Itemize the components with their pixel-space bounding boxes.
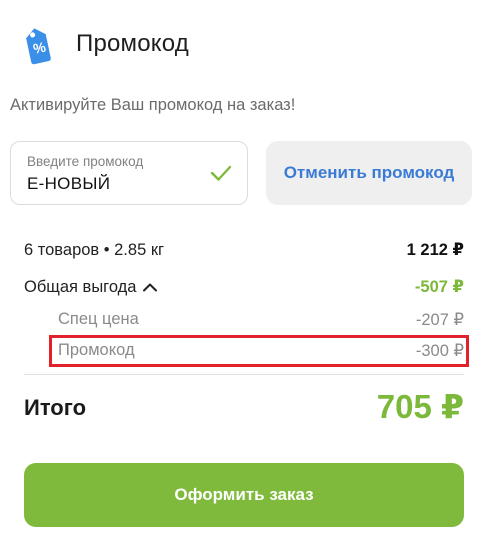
promo-header: % Промокод — [18, 22, 189, 66]
items-summary-row: 6 товаров • 2.85 кг 1 212 ₽ — [24, 240, 464, 260]
summary-divider — [24, 374, 464, 375]
place-order-button[interactable]: Оформить заказ — [24, 463, 464, 527]
promo-code-value: Е-НОВЫЙ — [27, 174, 111, 193]
discount-tag-icon: % — [26, 28, 51, 65]
promo-code-input[interactable]: Введите промокод Е-НОВЫЙ — [10, 141, 248, 205]
special-price-amount: -207 ₽ — [415, 311, 464, 329]
savings-toggle[interactable]: Общая выгода — [24, 278, 158, 297]
special-price-row: Спец цена -207 ₽ — [58, 310, 464, 330]
special-price-label: Спец цена — [58, 310, 139, 328]
page-title: Промокод — [76, 30, 189, 57]
chevron-up-icon[interactable] — [142, 282, 158, 292]
total-amount: 705 ₽ — [376, 388, 464, 425]
savings-label: Общая выгода — [24, 277, 137, 296]
savings-amount: -507 ₽ — [414, 278, 464, 296]
total-label: Итого — [24, 395, 87, 420]
items-count-label: 6 товаров • 2.85 кг — [24, 240, 165, 259]
promo-subtitle: Активируйте Ваш промокод на заказ! — [10, 96, 296, 114]
items-amount: 1 212 ₽ — [406, 241, 464, 259]
total-savings-row[interactable]: Общая выгода -507 ₽ — [24, 277, 464, 297]
cancel-promo-button[interactable]: Отменить промокод — [266, 141, 472, 205]
promo-row-highlight — [49, 335, 469, 367]
check-icon — [210, 165, 232, 181]
promo-code-placeholder: Введите промокод — [27, 154, 144, 169]
